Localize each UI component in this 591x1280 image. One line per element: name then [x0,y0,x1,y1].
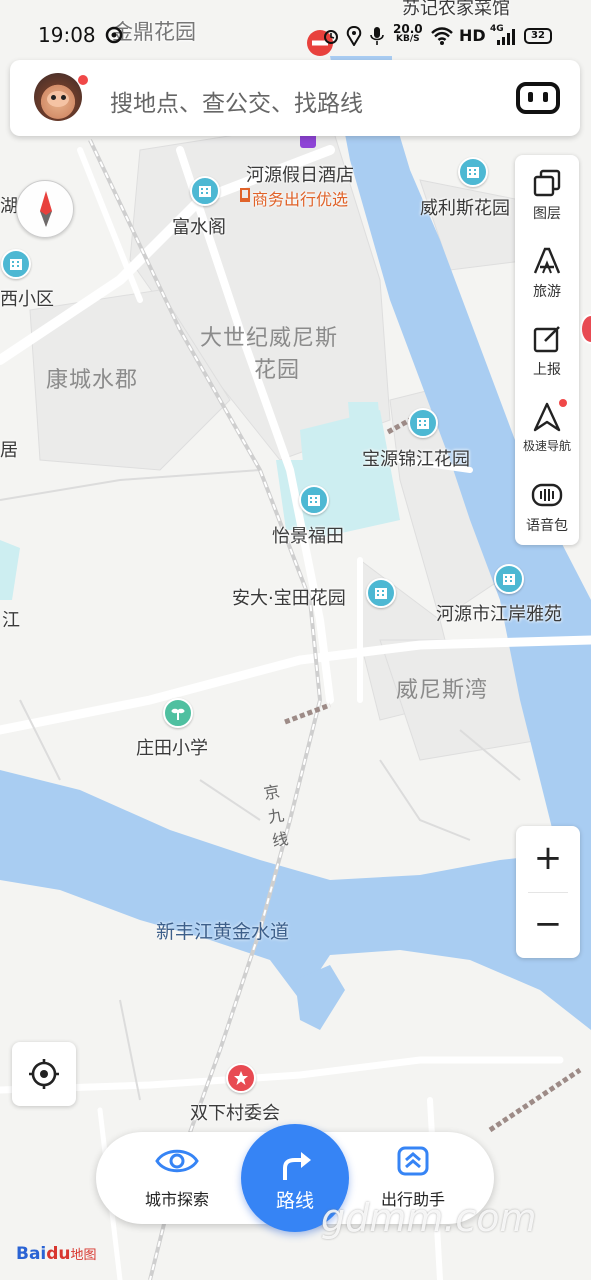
poi-label[interactable]: 双下村委会 [190,1099,280,1125]
voice-search-icon[interactable] [516,82,560,114]
baidu-logo: Baidu地图 [16,1244,97,1264]
building-pin-icon[interactable] [1,249,31,279]
building-pin-icon[interactable] [494,564,524,594]
poi-label[interactable]: 威利斯花园 [420,194,510,220]
city-explore-button[interactable]: 城市探索 [122,1146,232,1210]
search-bar[interactable]: 搜地点、查公交、找路线 [10,60,580,136]
wifi-icon [431,27,453,45]
crosshair-icon [29,1059,59,1089]
alarm-icon [324,30,338,44]
area-label: 大世纪威尼斯 [200,326,339,351]
compass-icon[interactable] [16,180,74,238]
eye-icon [155,1149,199,1173]
locate-button[interactable] [12,1042,76,1106]
signal-icon [497,29,515,45]
building-pin-icon[interactable] [190,176,220,206]
poi-label[interactable]: 富水阁 [172,213,226,239]
voice-pack-icon [531,483,563,507]
building-pin-icon[interactable] [366,578,396,608]
poi-label[interactable]: 江 [2,606,20,632]
zoom-in-button[interactable]: + [516,826,580,892]
search-input[interactable]: 搜地点、查公交、找路线 [110,84,363,118]
poi-label[interactable]: 西小区 [0,285,54,311]
tool-label: 上报 [533,362,561,378]
poi-label[interactable]: 居 [0,436,18,462]
water-label: 新丰江黄金水道 [156,921,290,943]
zoom-out-button[interactable]: − [516,892,580,958]
building-pin-icon[interactable] [458,157,488,187]
avatar[interactable] [34,73,82,121]
status-time: 19:08 [38,23,96,47]
poi-label[interactable]: 河源假日酒店 [246,161,354,187]
hd-indicator: HD [459,26,486,45]
poi-promo-label[interactable]: 商务出行优选 [252,186,348,210]
poi-label[interactable]: 庄田小学 [136,734,208,760]
poi-label[interactable]: 河源市江岸雅苑 [436,600,562,626]
sync-icon [105,26,123,44]
net-speed: 20.0 KB/S [393,22,423,44]
battery-indicator: 32 [524,28,552,44]
travel-icon [533,247,561,274]
area-label: 花园 [254,358,301,383]
building-pin-icon[interactable] [299,485,329,515]
government-pin-icon[interactable] [226,1063,256,1093]
status-bar: 19:08 20.0 KB/S HD 4G 32 [0,0,591,56]
assistant-icon [397,1146,429,1176]
school-pin-icon[interactable] [163,698,193,728]
poi-label[interactable]: 安大·宝田花园 [232,584,346,610]
notification-dot [78,75,88,85]
navigation-button[interactable]: 极速导航 [515,391,579,467]
zoom-control: + − [516,826,580,958]
voice-pack-button[interactable]: 语音包 [515,469,579,545]
poi-label[interactable]: 怡景福田 [272,522,344,548]
navigation-icon [533,402,561,432]
building-pin-icon[interactable] [408,408,438,438]
route-arrow-icon [283,1152,311,1180]
tool-label: 旅游 [533,284,561,300]
area-label: 威尼斯湾 [396,678,489,703]
area-label: 康城水郡 [46,368,139,393]
tool-label: 极速导航 [522,439,571,453]
city-explore-label: 城市探索 [144,1190,209,1209]
tool-label: 语音包 [526,518,568,534]
travel-button[interactable]: 旅游 [515,235,579,311]
mic-icon [370,27,384,45]
poi-label[interactable]: 宝源锦江花园 [362,445,470,471]
layers-icon [533,169,561,197]
location-icon [346,26,362,46]
report-icon [533,326,560,353]
report-button[interactable]: 上报 [515,313,579,389]
layers-button[interactable]: 图层 [515,157,579,233]
tool-label: 图层 [533,206,561,222]
watermark: gdmm.com [321,1196,537,1240]
notification-dot [559,399,567,407]
map-toolbar: 图层 旅游 上报 极速导航 语音包 [515,155,579,545]
bookmark-icon [240,188,250,202]
